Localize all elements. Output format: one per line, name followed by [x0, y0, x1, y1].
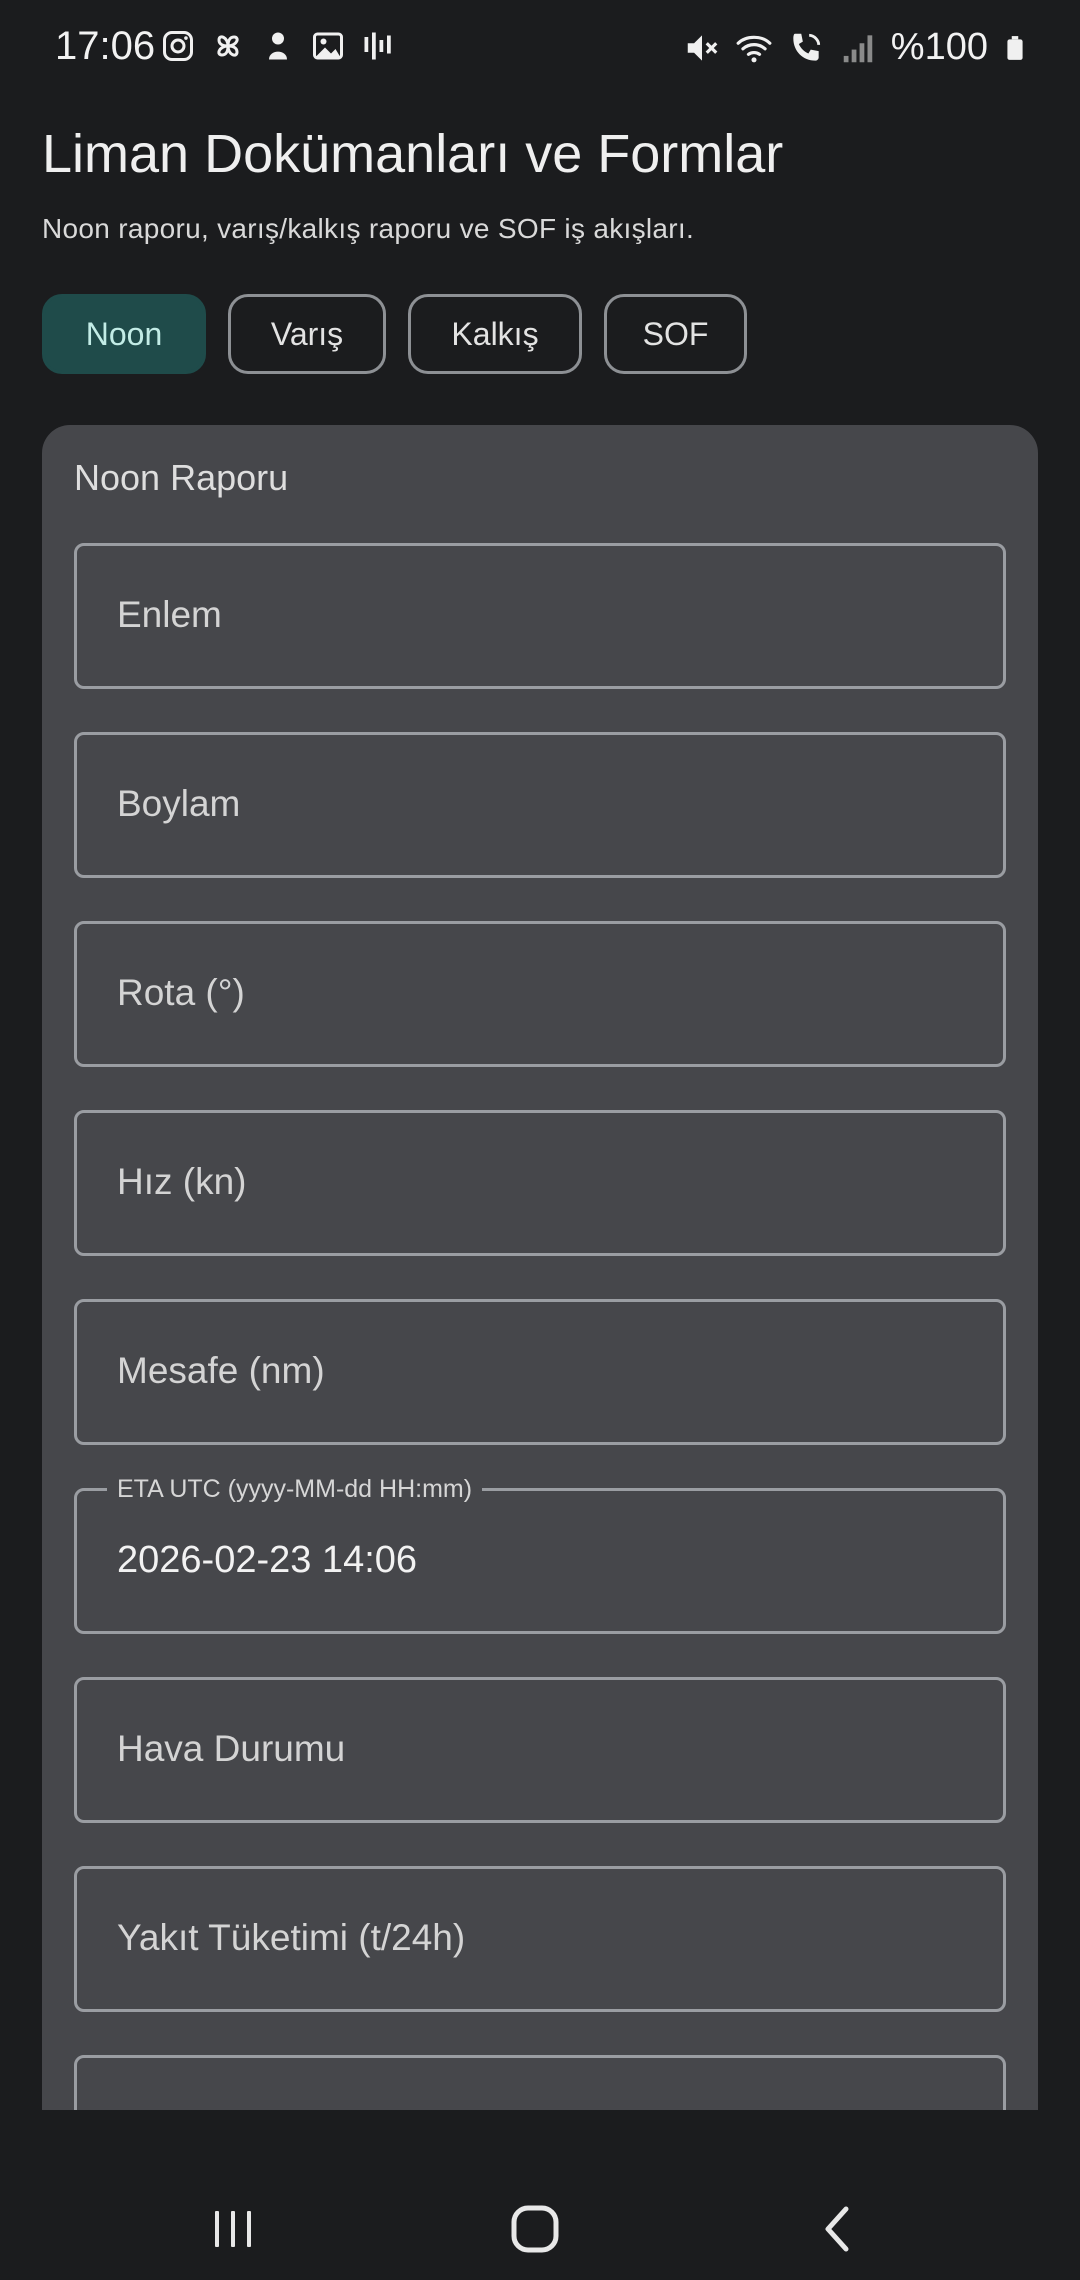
longitude-field[interactable]: Boylam — [74, 732, 1006, 878]
speed-field[interactable]: Hız (kn) — [74, 1110, 1006, 1256]
course-placeholder: Rota (°) — [117, 972, 245, 1013]
home-icon — [511, 2205, 559, 2253]
wifi-call-icon — [793, 33, 820, 61]
course-field[interactable]: Rota (°) — [74, 921, 1006, 1067]
status-bar: 17:06 %100 — [0, 0, 1080, 100]
weather-placeholder: Hava Durumu — [117, 1728, 346, 1769]
tab-sof[interactable]: SOF — [604, 294, 747, 374]
card-title: Noon Raporu — [74, 457, 289, 498]
page-title: Liman Dokümanları ve Formlar — [42, 124, 784, 184]
system-status-icons: %100 — [683, 26, 1028, 69]
mute-icon — [687, 34, 718, 61]
eta-utc-label: ETA UTC (yyyy-MM-dd HH:mm) — [107, 1475, 483, 1504]
home-button[interactable] — [500, 2194, 570, 2264]
back-button[interactable] — [803, 2194, 873, 2264]
eta-utc-value: 2026-02-23 14:06 — [117, 1539, 418, 1581]
pinwheel-icon — [217, 35, 239, 57]
noon-report-card: Noon Raporu Enlem Boylam Rota (°) Hız (k… — [42, 425, 1038, 2125]
signal-icon — [843, 34, 873, 62]
weather-field[interactable]: Hava Durumu — [74, 1677, 1006, 1823]
eta-utc-field[interactable]: ETA UTC (yyyy-MM-dd HH:mm) 2026-02-23 14… — [74, 1475, 1006, 1634]
recents-icon — [215, 2211, 251, 2247]
fuel-consumption-placeholder: Yakıt Tüketimi (t/24h) — [117, 1917, 466, 1958]
report-tabs: Noon Varış Kalkış SOF — [42, 294, 747, 374]
latitude-placeholder: Enlem — [117, 594, 222, 635]
recents-button[interactable] — [198, 2194, 268, 2264]
screen: 17:06 %100 Liman Dokümanları ve Formlar … — [0, 0, 1080, 2280]
battery-percent: %100 — [890, 26, 988, 68]
notification-icons — [160, 28, 396, 64]
audio-bars-icon — [364, 32, 391, 60]
battery-icon — [1007, 35, 1023, 60]
back-icon — [825, 2206, 849, 2252]
latitude-field[interactable]: Enlem — [74, 543, 1006, 689]
distance-placeholder: Mesafe (nm) — [117, 1350, 325, 1391]
status-time: 17:06 — [55, 24, 156, 68]
tab-kalkis[interactable]: Kalkış — [408, 294, 582, 374]
fuel-consumption-field[interactable]: Yakıt Tüketimi (t/24h) — [74, 1866, 1006, 2012]
gallery-icon — [313, 32, 343, 60]
distance-field[interactable]: Mesafe (nm) — [74, 1299, 1006, 1445]
navigation-bar — [0, 2160, 1080, 2280]
tab-noon[interactable]: Noon — [42, 294, 206, 374]
instagram-icon — [163, 31, 193, 61]
tab-varis[interactable]: Varış — [228, 294, 386, 374]
longitude-placeholder: Boylam — [117, 783, 241, 824]
wifi-icon — [736, 35, 772, 62]
speed-placeholder: Hız (kn) — [117, 1161, 247, 1202]
character-icon — [269, 32, 287, 60]
page-subtitle: Noon raporu, varış/kalkış raporu ve SOF … — [42, 213, 695, 244]
